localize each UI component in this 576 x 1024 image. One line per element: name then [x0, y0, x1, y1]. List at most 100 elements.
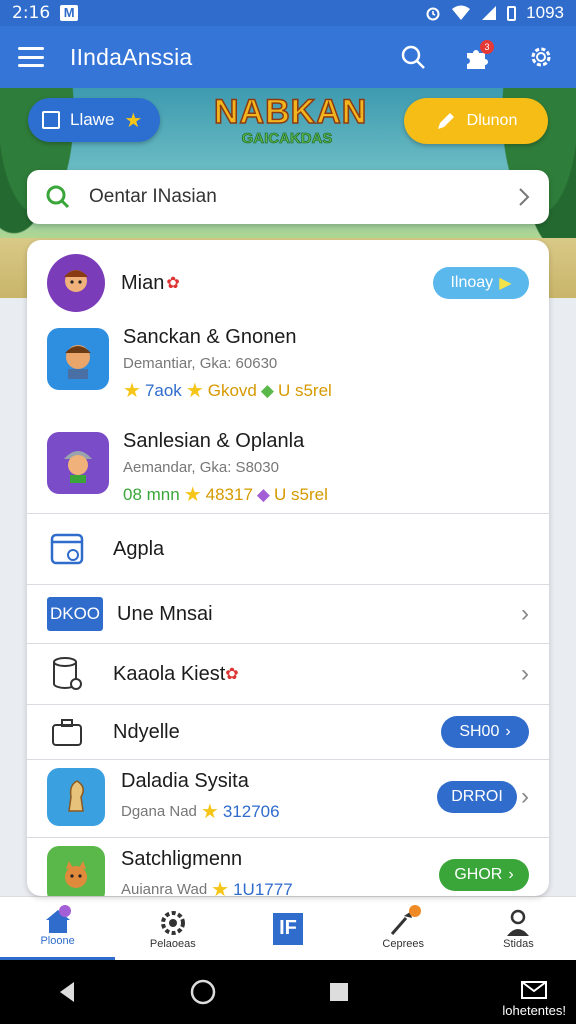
satch-title: Satchligmenn [121, 848, 243, 870]
search-bar[interactable]: Oentar INasian [27, 170, 549, 224]
nayelle-title: Ndyelle [113, 720, 180, 743]
nav-settings[interactable]: Pelaoeas [115, 897, 230, 960]
une-badge: DKOO [47, 597, 103, 631]
game1-title: Sanckan & Gnonen [123, 326, 297, 348]
list-item-mian[interactable]: Mian ✿ Ilnoay ▶ [27, 252, 549, 314]
hero-left-button[interactable]: Llawe ★ [28, 98, 160, 142]
dalada-pill[interactable]: DRROI [437, 781, 517, 813]
game1-info: Sanckan & Gnonen Demantiar, Gka: 60630 ★… [123, 326, 332, 403]
kaaola-title: Kaaola Kiest [113, 662, 226, 685]
game2-subtitle: Aemandar, Gka: S8030 [123, 459, 279, 476]
chevron-right-icon: › [505, 723, 511, 740]
game1-meta-2: Gkovd [207, 380, 257, 400]
database-icon [47, 654, 87, 694]
star-icon: ★ [183, 484, 202, 506]
pill-label: GHOR [454, 866, 503, 883]
logo-line2: GAICAKDAS [241, 130, 333, 148]
warrior-avatar-icon [47, 328, 109, 390]
gear-icon [160, 910, 185, 935]
gear-icon [531, 47, 551, 67]
nav-progress[interactable]: Ceprees [346, 897, 461, 960]
game2-meta: 08 mnn ★ 48317 ◆ U s5rel [123, 482, 328, 507]
nav-center[interactable]: IF [230, 897, 345, 960]
star-icon: ★ [123, 380, 141, 402]
main-list-card: Mian ✿ Ilnoay ▶ Sanckan & Gnonen Demanti… [27, 240, 549, 896]
battery-icon [507, 5, 517, 21]
chevron-right-icon: › [521, 660, 529, 687]
status-time: 2:16 [12, 3, 51, 23]
divider [27, 837, 549, 838]
game1-subtitle: Demantiar, Gka: 60630 [123, 355, 278, 372]
chess-piece-icon [47, 768, 105, 826]
dalada-title: Daladia Sysita [121, 770, 249, 792]
game1-meta: ★ 7aok ★ Gkovd ◆ U s5rel [123, 378, 332, 403]
chevron-right-icon [519, 188, 530, 206]
satch-meta: Auianra Wad ★ 1U1777 [121, 877, 293, 896]
home-circle-icon[interactable] [189, 978, 217, 1006]
pill-label: SH00 [459, 723, 500, 740]
fox-warrior-icon [47, 846, 105, 896]
hero-right-button[interactable]: Dlunon [404, 98, 548, 144]
nayelle-pill[interactable]: SH00 › [441, 716, 529, 748]
back-icon[interactable] [56, 980, 78, 1004]
puzzle-button[interactable]: 3 [460, 40, 494, 74]
search-icon [401, 45, 425, 69]
header-row-pill[interactable]: Ilnoay ▶ [433, 267, 529, 299]
system-nav [0, 960, 576, 1024]
arrow-right-icon: ▶ [499, 275, 512, 292]
game-logo: NABKAN GAICAKDAS [213, 93, 368, 160]
app-bar: IIndaAnssia 3 [0, 26, 576, 88]
agpla-title: Agpla [113, 537, 165, 560]
star-icon: ★ [124, 109, 143, 132]
nav-home[interactable]: Ploone [0, 897, 116, 960]
notification-icon: M [60, 5, 79, 21]
satch-pill[interactable]: GHOR › [439, 859, 529, 891]
recents-icon[interactable] [328, 981, 350, 1003]
status-bar: 2:16 M 1093 [0, 0, 576, 26]
chevron-right-icon: › [521, 783, 529, 810]
list-item-dalada[interactable]: Daladia Sysita Dgana Nad ★ 312706 DRROI … [27, 764, 549, 830]
game2-meta-2: 48317 [205, 484, 253, 504]
knight-avatar-icon [47, 432, 109, 494]
search-input[interactable]: Oentar INasian [89, 186, 217, 208]
wifi-icon [452, 5, 471, 20]
character-avatar-icon [47, 254, 105, 312]
nav-label: Ploone [40, 935, 75, 947]
chevron-right-icon: › [508, 866, 514, 883]
hero-left-label: Llawe [70, 110, 115, 129]
dalada-subtitle: Dgana Nad [121, 803, 197, 820]
nav-center-icon: IF [273, 912, 303, 945]
nav-profile[interactable]: Stidas [461, 897, 576, 960]
app-actions: 3 [396, 40, 558, 74]
briefcase-icon [47, 712, 87, 752]
signal-icon [482, 6, 497, 20]
game1-meta-3: U s5rel [277, 380, 332, 400]
hero-right-label: Dlunon [466, 112, 518, 129]
list-item-satch[interactable]: Satchligmenn Auianra Wad ★ 1U1777 GHOR › [27, 842, 549, 896]
menu-icon[interactable] [18, 47, 44, 67]
settings-button[interactable] [524, 40, 558, 74]
list-item-game2[interactable]: Sanlesian & Oplanla Aemandar, Gka: S8030… [27, 430, 549, 514]
bottom-nav: Ploone Pelaoeas IF Ceprees Stidas [0, 896, 576, 960]
dalada-info: Daladia Sysita Dgana Nad ★ 312706 [121, 770, 280, 824]
flower-icon: ✿ [166, 275, 180, 292]
app-title: IIndaAnssia [70, 43, 193, 70]
pencil-icon [437, 113, 454, 129]
pill-label: Ilnoay [450, 274, 494, 291]
list-item-agpla[interactable]: Agpla [27, 514, 549, 584]
flower-icon: ✿ [225, 666, 239, 683]
list-item-game1[interactable]: Sanckan & Gnonen Demantiar, Gka: 60630 ★… [27, 326, 549, 410]
search-icon [46, 185, 70, 209]
chest-icon: ◆ [256, 484, 270, 504]
satch-subtitle: Auianra Wad [121, 881, 208, 896]
list-item-kaaola[interactable]: Kaaola Kiest ✿ › [27, 644, 549, 704]
status-right: 1093 [425, 3, 564, 23]
nav-label: Stidas [503, 937, 534, 950]
logo-line1: NABKAN [213, 93, 368, 131]
dalada-meta: Dgana Nad ★ 312706 [121, 799, 280, 824]
game2-meta-1: 08 mnn [123, 484, 180, 504]
list-item-nayelle[interactable]: Ndyelle SH00 › [27, 705, 549, 759]
satch-info: Satchligmenn Auianra Wad ★ 1U1777 [121, 848, 293, 896]
list-item-une[interactable]: DKOO Une Mnsai › [27, 585, 549, 643]
search-button[interactable] [396, 40, 430, 74]
